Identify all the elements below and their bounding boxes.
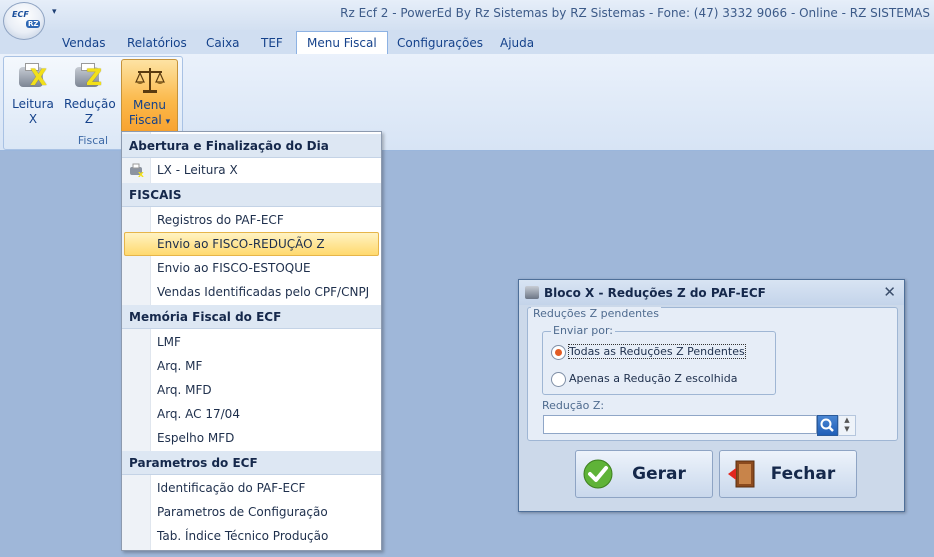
radio-todas-label[interactable]: Todas as Reduções Z Pendentes [568, 344, 746, 359]
menu-item-arq-mf[interactable]: Arq. MF [122, 354, 381, 378]
menu-item-envio-reducao-z[interactable]: Envio ao FISCO-REDUÇÃO Z [124, 232, 379, 256]
gerar-button[interactable]: Gerar [575, 450, 713, 498]
orb-badge: RZ [26, 20, 41, 28]
menu-item-identificacao[interactable]: Identificação do PAF-ECF [122, 476, 381, 500]
menu-item-espelho-mfd[interactable]: Espelho MFD [122, 426, 381, 450]
menu-item-arq-mfd[interactable]: Arq. MFD [122, 378, 381, 402]
menu-header-memoria: Memória Fiscal do ECF [122, 305, 381, 329]
menu-header-fiscais: FISCAIS [122, 183, 381, 207]
enviar-por-group: Enviar por: Todas as Reduções Z Pendente… [542, 324, 776, 395]
dialog-title-bar: Bloco X - Reduções Z do PAF-ECF ✕ [519, 280, 904, 305]
reducao-z-label-1: Redução [64, 97, 116, 111]
tab-tef[interactable]: TEF [251, 33, 293, 54]
menu-item-lmf[interactable]: LMF [122, 330, 381, 354]
printer-z-icon: Z [73, 63, 105, 95]
tab-configuracoes[interactable]: Configurações [387, 33, 493, 54]
menu-fiscal-label-2: Fiscal ▾ [122, 113, 177, 130]
leitura-x-label-1: Leitura [12, 97, 54, 111]
menu-item-tab-indice[interactable]: Tab. Índice Técnico Produção [122, 524, 381, 548]
dialog-title: Bloco X - Reduções Z do PAF-ECF [544, 286, 766, 300]
send-legend: Enviar por: [551, 324, 615, 337]
close-icon[interactable]: ✕ [883, 283, 896, 301]
group-legend: Reduções Z pendentes [531, 307, 661, 320]
printer-x-icon: X [17, 63, 49, 95]
leitura-x-button[interactable]: X Leitura X [8, 59, 58, 133]
orb-text: ECF [12, 10, 29, 19]
bloco-x-dialog: Bloco X - Reduções Z do PAF-ECF ✕ Reduçõ… [518, 279, 905, 512]
menu-item-leitura-x[interactable]: x LX - Leitura X [122, 158, 381, 182]
window-title: Rz Ecf 2 - PowerEd By Rz Sistemas by RZ … [340, 6, 930, 20]
menu-header-abertura: Abertura e Finalização do Dia [122, 134, 381, 158]
reducoes-pendentes-group: Reduções Z pendentes Enviar por: Todas a… [527, 307, 898, 441]
tab-vendas[interactable]: Vendas [52, 33, 116, 54]
svg-text:x: x [138, 170, 144, 178]
tab-relatorios[interactable]: Relatórios [117, 33, 197, 54]
reducao-z-button[interactable]: Z Redução Z [64, 59, 116, 133]
radio-apenas-label[interactable]: Apenas a Redução Z escolhida [569, 372, 737, 385]
spin-button[interactable]: ▲ ▼ [838, 415, 856, 436]
quick-access-dropdown-icon[interactable]: ▾ [52, 7, 57, 17]
menu-header-parametros: Parametros do ECF [122, 451, 381, 475]
ribbon-tabs: Vendas Relatórios Caixa TEF Menu Fiscal … [0, 30, 934, 55]
gerar-label: Gerar [632, 464, 686, 484]
chevron-down-icon: ▾ [165, 117, 171, 127]
search-icon [820, 418, 834, 432]
menu-item-label: LX - Leitura X [157, 163, 238, 177]
radio-todas[interactable] [551, 345, 566, 360]
menu-fiscal-label-1: Menu [133, 98, 166, 112]
tab-menu-fiscal[interactable]: Menu Fiscal [296, 31, 388, 55]
reducao-z-input[interactable] [543, 415, 817, 434]
menu-item-registros-paf[interactable]: Registros do PAF-ECF [122, 208, 381, 232]
app-menu-button[interactable]: ECF RZ [3, 2, 45, 40]
printer-icon: x [129, 162, 145, 180]
tab-ajuda[interactable]: Ajuda [490, 33, 544, 54]
search-button[interactable] [817, 415, 838, 436]
menu-item-parametros-config[interactable]: Parametros de Configuração [122, 500, 381, 524]
fiscal-dropdown-menu: Abertura e Finalização do Dia x LX - Lei… [121, 131, 382, 551]
menu-fiscal-label-text: Fiscal [128, 113, 162, 127]
letter-z: Z [86, 66, 102, 91]
reducao-z-label: Redução Z: [542, 399, 605, 412]
leitura-x-label-2: X [28, 112, 38, 126]
title-bar: ECF RZ ▾ Rz Ecf 2 - PowerEd By Rz Sistem… [0, 0, 934, 40]
reducao-z-label-2: Z [84, 112, 94, 126]
scales-icon [134, 64, 166, 96]
menu-item-arq-ac[interactable]: Arq. AC 17/04 [122, 402, 381, 426]
fechar-label: Fechar [770, 464, 836, 484]
menu-item-envio-estoque[interactable]: Envio ao FISCO-ESTOQUE [122, 256, 381, 280]
menu-item-vendas-cpf[interactable]: Vendas Identificadas pelo CPF/CNPJ [122, 280, 381, 304]
menu-fiscal-button[interactable]: Menu Fiscal ▾ [121, 59, 178, 135]
letter-x: X [30, 66, 47, 91]
radio-apenas[interactable] [551, 372, 566, 387]
tab-caixa[interactable]: Caixa [196, 33, 250, 54]
fechar-button[interactable]: Fechar [719, 450, 857, 498]
printer-icon [525, 286, 539, 299]
